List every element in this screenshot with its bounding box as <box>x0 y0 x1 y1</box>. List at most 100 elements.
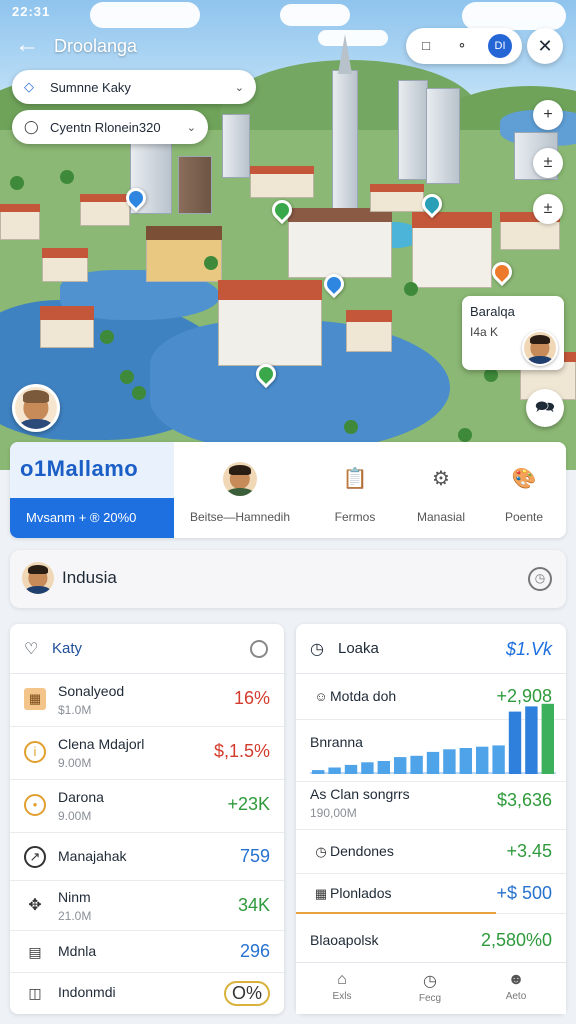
row-value: $,1.5% <box>213 741 270 761</box>
list-item[interactable]: Blaoapolsk 2,580%0 <box>296 914 566 962</box>
category-item[interactable]: Beitse—Hamnedih <box>180 442 300 538</box>
compass-icon: ↗ <box>24 846 46 868</box>
category-label: Fermos <box>334 510 376 524</box>
roof <box>412 212 492 228</box>
list-item[interactable]: ◫ Indonmdi O% <box>10 973 284 1014</box>
tab-history[interactable]: ◷ Fecg <box>400 971 460 1004</box>
clock-icon[interactable]: ◷ <box>528 567 552 591</box>
row-title: Dendones <box>330 843 394 859</box>
filter-dropdown-secondary[interactable]: ◯ Cyentn Rlonein320 ⌄ <box>12 110 208 144</box>
chart-bar <box>328 767 341 774</box>
roof <box>346 310 392 322</box>
cloud <box>90 2 200 28</box>
heart-icon: ♡ <box>24 641 39 658</box>
chat-bubble-icon[interactable]: 🗪 <box>526 389 564 427</box>
list-item[interactable]: ▦ Plonlados +$ 500 <box>296 874 566 914</box>
copy-icon[interactable]: □ <box>414 34 438 58</box>
category-item[interactable]: ⚙ Manasial <box>396 442 486 538</box>
category-item[interactable]: 📋 Fermos <box>310 442 400 538</box>
building <box>218 296 322 366</box>
list-item[interactable]: ▦ Sonalyeod $1.0M 16% <box>10 674 284 727</box>
building <box>500 220 560 250</box>
panel-header: ♡ Katy <box>10 624 284 674</box>
calendar-icon: ▤ <box>28 944 42 960</box>
coin-icon: • <box>24 794 46 816</box>
radio-icon[interactable] <box>250 640 268 658</box>
row-title: Mdnla <box>58 943 97 959</box>
row-title: Clena Mdajorl <box>58 736 145 752</box>
chart-bar <box>394 757 407 774</box>
cloud <box>280 4 350 26</box>
tree <box>404 282 418 296</box>
row-subtitle: 9.00M <box>58 809 92 823</box>
list-item[interactable]: ◷ Dendones +3.45 <box>296 830 566 874</box>
user-avatar[interactable] <box>12 384 60 432</box>
list-item[interactable]: ✥ Ninm 21.0M 34K <box>10 881 284 931</box>
row-value: +23K <box>227 794 270 814</box>
bottom-tab-bar: ⌂ Exls ◷ Fecg ☻ Aeto <box>296 962 566 1014</box>
category-active[interactable]: o1Mallamo Mvsanm + ® 20%0 <box>10 442 174 538</box>
category-strip: o1Mallamo Mvsanm + ® 20%0 Beitse—Hamnedi… <box>10 442 566 538</box>
chart-bar <box>508 711 522 774</box>
building <box>0 210 40 240</box>
tab-label: Exls <box>332 991 352 1002</box>
tab-profile[interactable]: ☻ Aeto <box>486 971 546 1002</box>
row-title: Plonlados <box>330 885 392 901</box>
tower <box>178 156 212 214</box>
panel-total: $1.Vk <box>505 639 552 659</box>
category-item[interactable]: 🎨 Poente <box>484 442 564 538</box>
search-icon: ◯ <box>24 119 39 134</box>
clock-icon: ◷ <box>310 641 324 658</box>
row-title: Sonalyeod <box>58 683 125 699</box>
chart-bar <box>525 706 538 774</box>
page-title: Droolanga <box>54 36 138 56</box>
zoom-level-button[interactable]: ± <box>533 148 563 178</box>
roof <box>370 184 424 192</box>
tab-home[interactable]: ⌂ Exls <box>312 971 372 1002</box>
chart-bar <box>476 746 489 774</box>
roof <box>42 248 88 258</box>
filter-dropdown-primary[interactable]: ◇ Sumnne Kaky ⌄ <box>12 70 256 104</box>
puzzle-icon: ✥ <box>28 897 42 914</box>
building <box>412 226 492 288</box>
place-card[interactable]: Baralqa I4a K <box>462 296 564 370</box>
category-label: Poente <box>504 510 544 524</box>
tree <box>204 256 218 270</box>
back-arrow-icon[interactable]: ← <box>12 30 42 60</box>
list-item[interactable]: ↗ Manajahak 759 <box>10 833 284 881</box>
list-item[interactable]: As Clan songrrs 190,00M $3,636 <box>296 782 566 830</box>
shield-icon[interactable]: ⚬ <box>450 34 474 58</box>
zoom-out-button[interactable]: ± <box>533 194 563 224</box>
chart-bar <box>541 703 554 774</box>
zoom-in-button[interactable]: + <box>533 100 563 130</box>
roof <box>218 280 322 300</box>
close-button[interactable]: ✕ <box>527 28 563 64</box>
tower <box>398 80 428 180</box>
building <box>42 256 88 282</box>
row-title: Darona <box>58 789 104 805</box>
left-panel: ♡ Katy ▦ Sonalyeod $1.0M 16% i Clena Mda… <box>10 624 284 1014</box>
row-value: $3,636 <box>496 790 552 810</box>
row-value: O% <box>223 981 270 1006</box>
filter-label: Sumnne Kaky <box>50 79 131 95</box>
row-subtitle: 21.0M <box>58 909 92 923</box>
chart-bar <box>344 764 358 774</box>
tree <box>120 370 134 384</box>
location-bar[interactable]: Indusia ◷ <box>10 550 566 608</box>
user-icon: ☻ <box>507 971 525 988</box>
profile-badge-button[interactable]: DI <box>488 34 512 58</box>
filter-label: Cyentn Rlonein320 <box>50 119 161 135</box>
info-icon: i <box>24 741 46 763</box>
home-icon: ⌂ <box>337 971 347 988</box>
clock-icon: ◷ <box>315 844 327 859</box>
tree <box>484 368 498 382</box>
tree <box>60 170 74 184</box>
tree <box>344 420 358 434</box>
right-panel: ◷ Loaka $1.Vk ☺ Motda doh +2,908 Bnranna… <box>296 624 566 1014</box>
list-item[interactable]: • Darona 9.00M +23K <box>10 780 284 833</box>
panel-header: ◷ Loaka $1.Vk <box>296 624 566 674</box>
tab-label: Aeto <box>505 991 527 1002</box>
chart-bar <box>377 761 390 774</box>
list-item[interactable]: i Clena Mdajorl 9.00M $,1.5% <box>10 727 284 780</box>
list-item[interactable]: ▤ Mdnla 296 <box>10 931 284 973</box>
